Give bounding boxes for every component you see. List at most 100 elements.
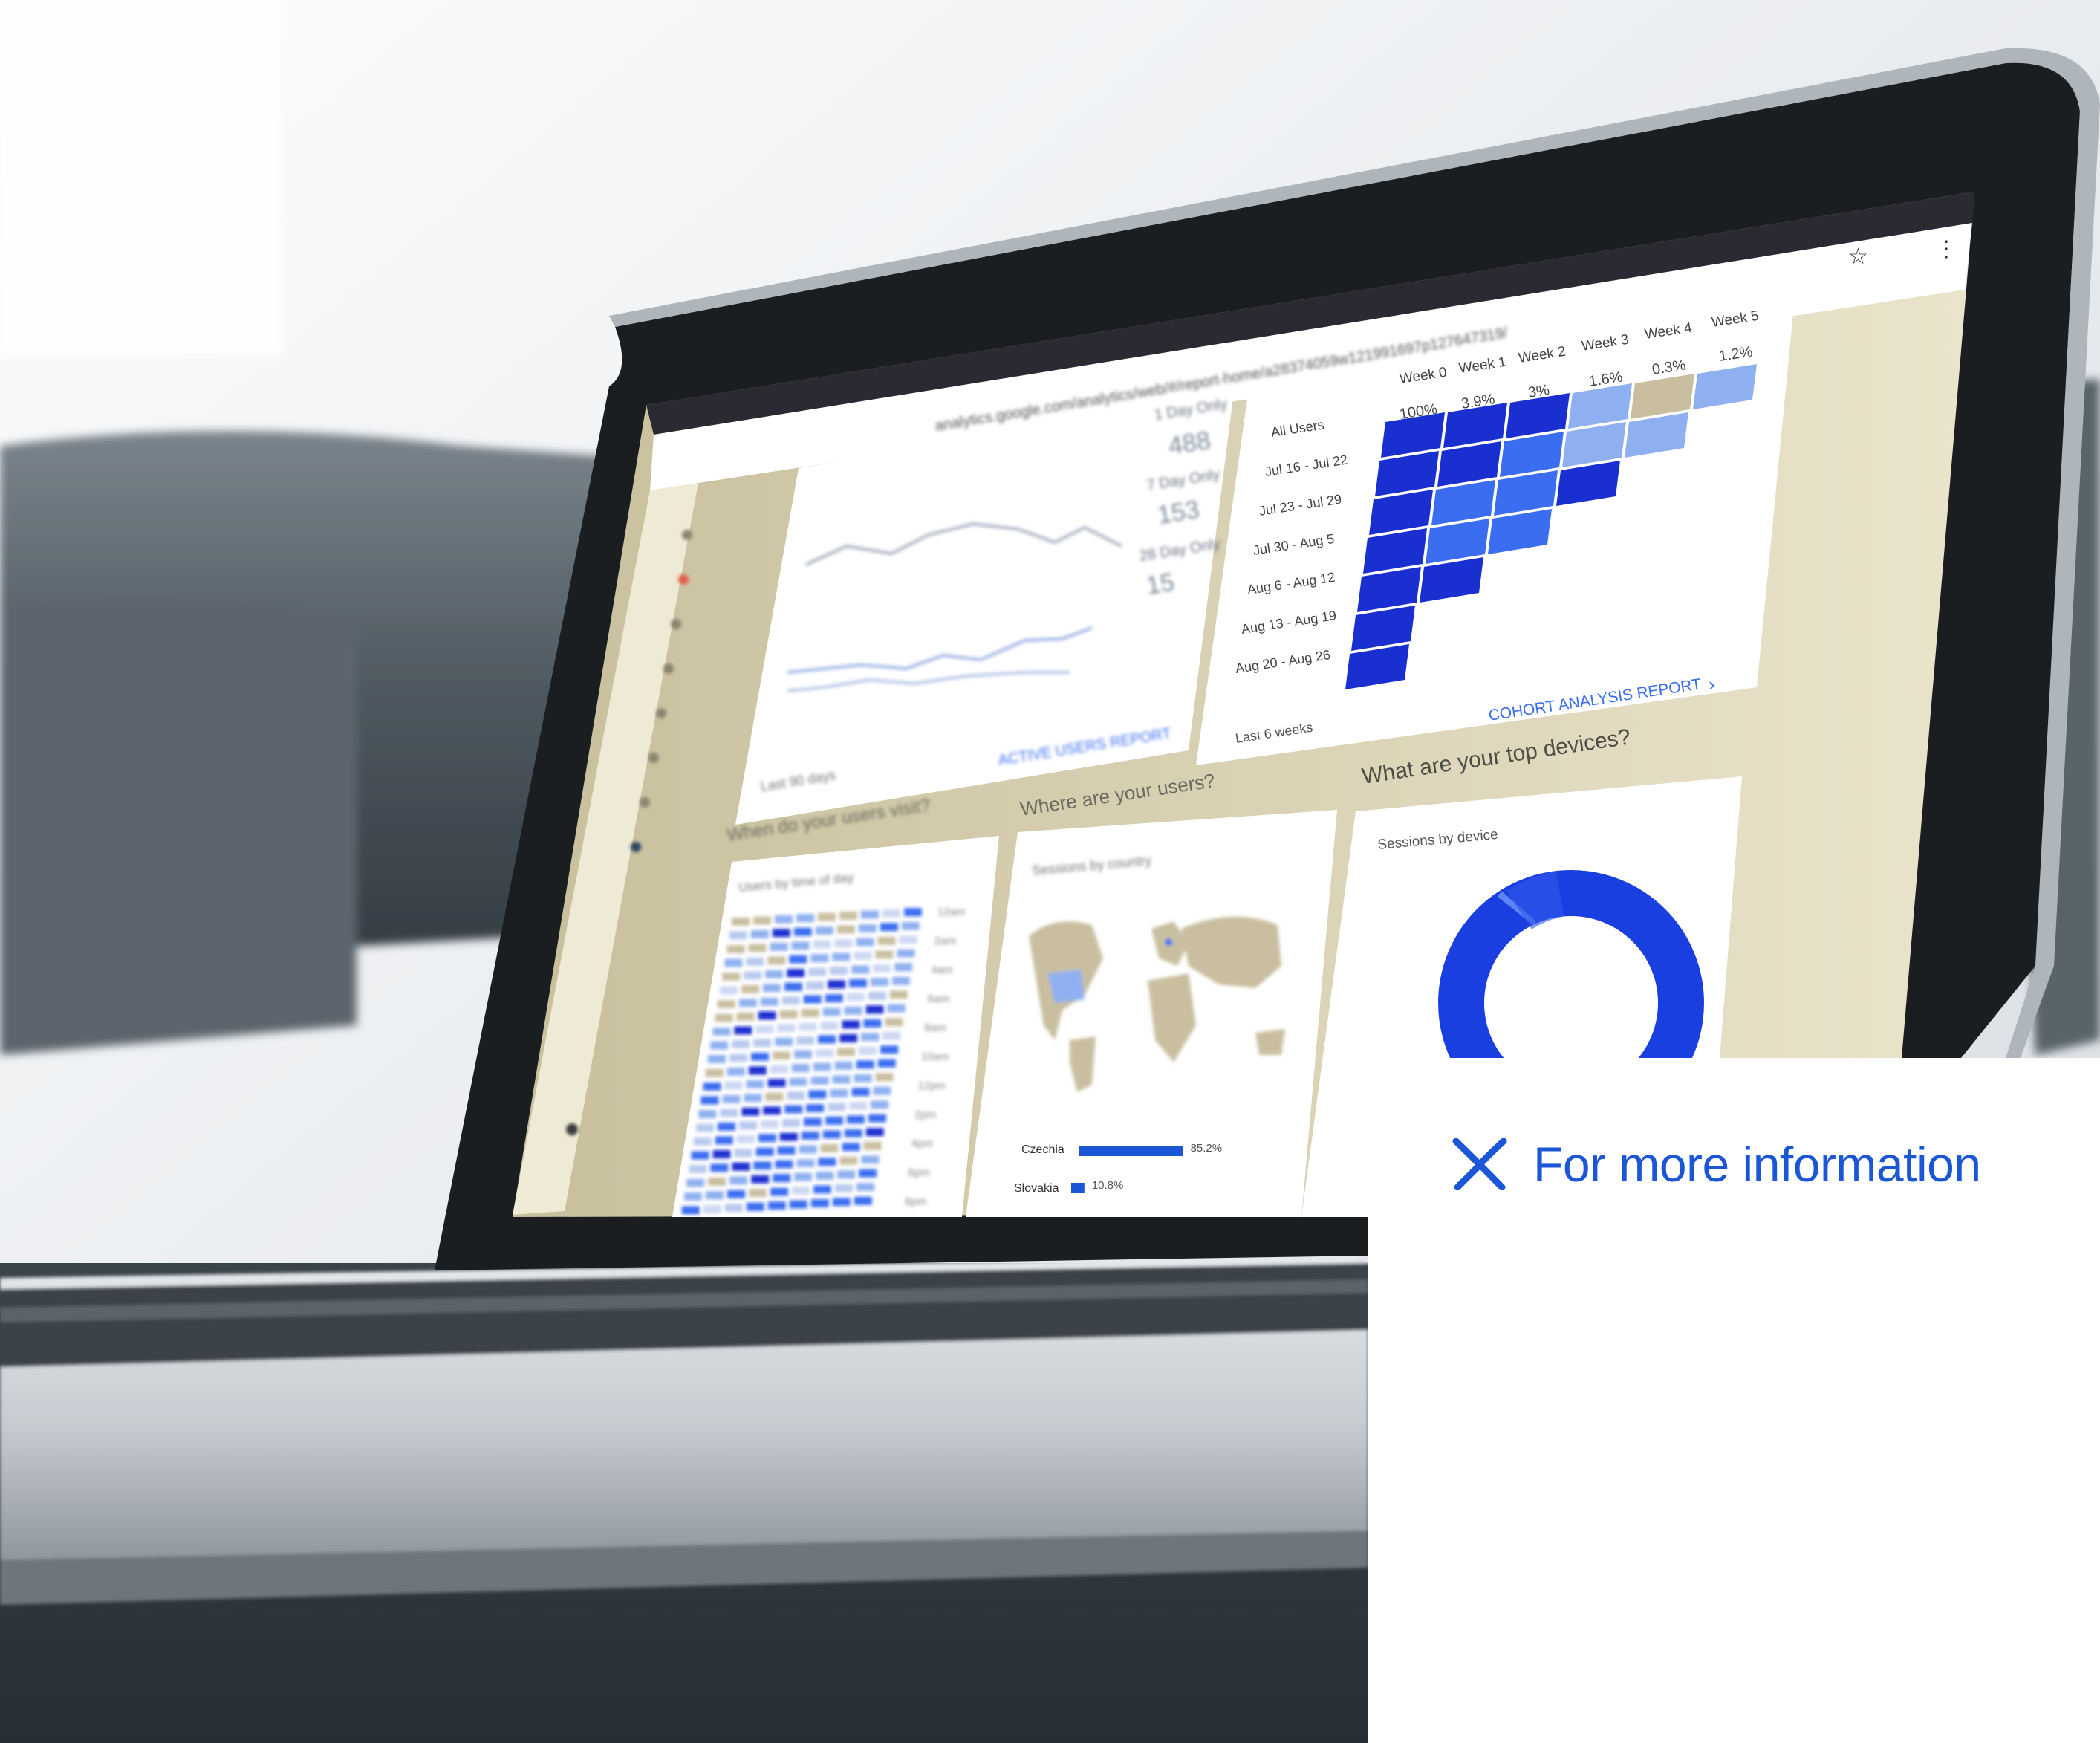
time-cell — [904, 908, 922, 917]
time-cell — [877, 1059, 896, 1068]
time-cell — [770, 1187, 788, 1196]
time-cell — [863, 1141, 882, 1150]
time-cell — [715, 1013, 733, 1022]
time-cell — [729, 1054, 747, 1062]
country-name: Slovakia — [1014, 1182, 1059, 1195]
time-cell — [739, 1121, 757, 1130]
time-cell — [684, 1192, 702, 1201]
time-cell — [873, 964, 891, 973]
time-cell — [825, 1116, 843, 1125]
time-cell — [861, 1033, 880, 1042]
time-cell — [871, 978, 888, 987]
time-cell — [755, 1025, 774, 1033]
more-information-label: For more information — [1533, 1137, 1981, 1192]
time-cell — [703, 1204, 721, 1213]
time-cell — [748, 944, 767, 952]
country-percent: 85.2% — [1191, 1142, 1223, 1155]
time-cell — [793, 927, 812, 936]
time-cell — [825, 994, 843, 1002]
info-panel: For more information — [1368, 1058, 2100, 1743]
time-cell — [732, 1162, 750, 1171]
more-information-link[interactable]: For more information — [1450, 1136, 1981, 1192]
time-cell — [689, 1165, 707, 1173]
time-cell — [851, 1088, 870, 1097]
time-cell — [839, 912, 857, 920]
time-cell — [830, 967, 848, 975]
time-cell — [806, 1104, 825, 1112]
time-cell — [726, 945, 745, 953]
time-cell — [744, 1094, 762, 1103]
time-cell — [810, 954, 829, 963]
country-name: Czechia — [1021, 1143, 1064, 1156]
time-cell — [724, 1081, 743, 1090]
time-cell — [854, 1074, 872, 1083]
time-cell — [847, 1115, 865, 1124]
time-cell — [727, 1189, 745, 1198]
time-cell — [720, 986, 738, 995]
time-cell — [846, 993, 865, 1002]
time-cell — [681, 1206, 700, 1215]
time-cell — [779, 1132, 798, 1141]
time-cell — [792, 1187, 810, 1195]
time-cell — [722, 1094, 741, 1103]
time-cell — [760, 997, 778, 1006]
time-cell — [717, 1000, 735, 1008]
time-cell — [734, 1026, 752, 1035]
time-cell — [837, 1170, 856, 1179]
hour-label: 6pm — [908, 1166, 929, 1179]
time-cell — [856, 1060, 874, 1069]
time-cell — [901, 921, 920, 930]
hour-label: 2am — [934, 935, 956, 947]
time-cell — [894, 963, 913, 972]
time-cell — [865, 1128, 884, 1137]
time-cell — [849, 1101, 868, 1110]
hour-label: 4am — [931, 964, 952, 976]
time-cell — [748, 1066, 767, 1075]
time-cell — [720, 1109, 738, 1117]
time-cell — [832, 952, 851, 961]
time-cell — [839, 1033, 858, 1042]
time-cell — [856, 938, 874, 947]
time-cell — [763, 984, 781, 993]
time-cell — [799, 1145, 817, 1154]
time-cell — [722, 973, 741, 981]
time-cell — [875, 1073, 894, 1082]
time-cell — [751, 1052, 769, 1061]
country-percent: 10.8% — [1092, 1179, 1124, 1192]
bookmark-star-icon[interactable]: ☆ — [1848, 244, 1868, 269]
time-cell — [784, 982, 802, 991]
time-cell — [796, 1036, 815, 1045]
time-cell — [889, 990, 908, 999]
time-cell — [749, 1189, 767, 1198]
country-bar — [1079, 1146, 1183, 1156]
time-cell — [770, 942, 788, 951]
time-cell — [787, 1091, 805, 1100]
time-cell — [835, 1184, 853, 1192]
time-cell — [789, 1200, 807, 1209]
time-cell — [822, 1007, 841, 1016]
time-cell — [885, 1018, 903, 1027]
browser-menu-icon[interactable]: ⋮ — [1935, 237, 1957, 262]
time-cell — [810, 1077, 829, 1085]
time-cell — [779, 1010, 798, 1019]
time-cell — [863, 1019, 882, 1028]
time-cell — [732, 1039, 750, 1048]
time-cell — [765, 1092, 784, 1101]
time-cell — [851, 965, 870, 974]
time-cell — [854, 951, 872, 960]
time-cell — [767, 1201, 786, 1210]
time-cell — [691, 1151, 709, 1160]
time-cell — [758, 1011, 776, 1020]
cohort-report-chevron-icon[interactable]: › — [1709, 673, 1715, 695]
time-cell — [887, 1004, 906, 1013]
time-cell — [859, 1169, 877, 1178]
time-cell — [787, 969, 805, 978]
time-cell — [775, 915, 793, 924]
time-cell — [882, 1031, 901, 1040]
time-cell — [816, 1171, 834, 1180]
time-cell — [820, 1143, 839, 1152]
time-cell — [712, 1149, 731, 1158]
time-cell — [832, 1198, 851, 1207]
sparkle-icon — [1452, 1138, 1507, 1190]
time-cell — [708, 1055, 726, 1063]
